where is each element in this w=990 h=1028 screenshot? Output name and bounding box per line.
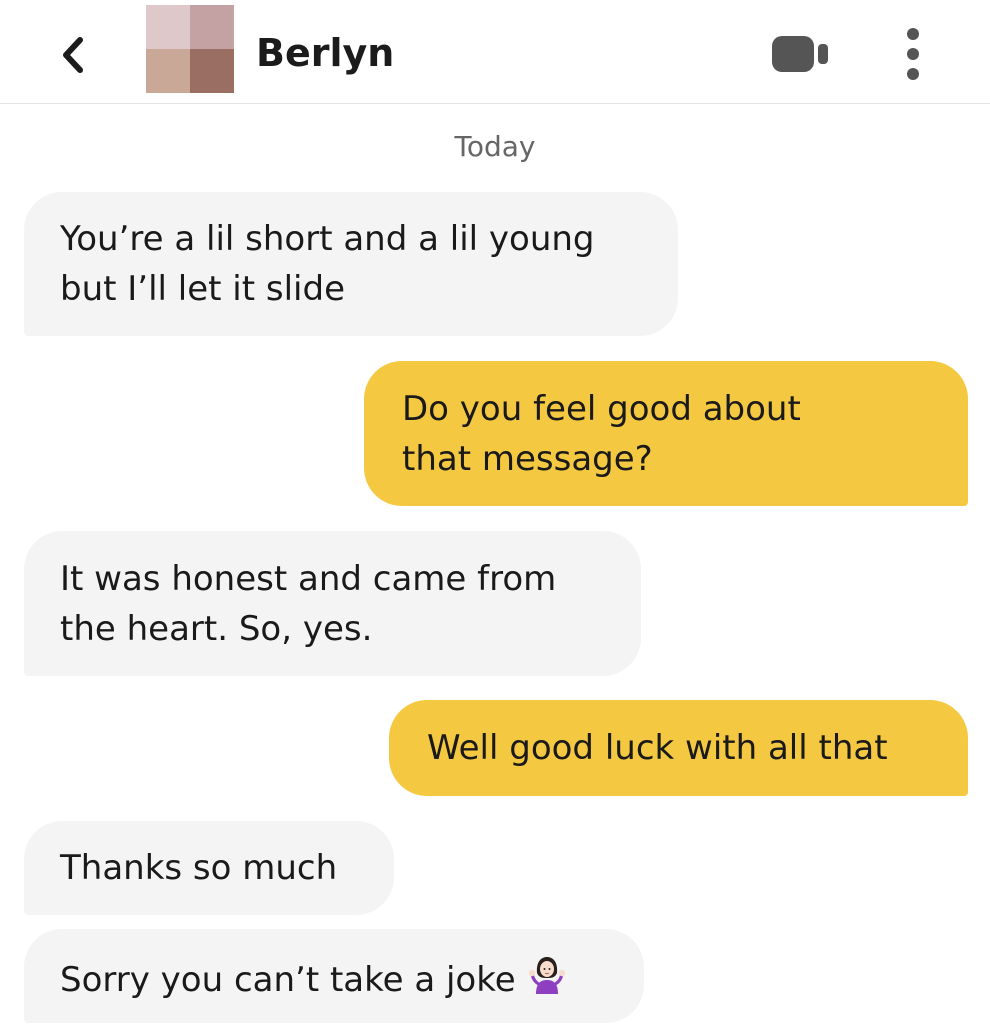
incoming-message[interactable]: It was honest and came from the heart. S…: [24, 531, 641, 676]
video-camera-icon: [772, 36, 828, 72]
chevron-left-icon: [63, 37, 83, 73]
avatar-pixel: [190, 49, 234, 93]
avatar[interactable]: [146, 5, 234, 93]
message-text: You’re a lil short and a lil young: [60, 219, 595, 259]
incoming-message[interactable]: Thanks so much: [24, 821, 394, 915]
incoming-message[interactable]: You’re a lil short and a lil young but I…: [24, 192, 678, 336]
video-call-button[interactable]: [770, 34, 832, 74]
message-text: but I’ll let it slide: [60, 269, 345, 309]
incoming-message[interactable]: Sorry you can’t take a joke: [24, 929, 644, 1023]
back-button[interactable]: [52, 30, 96, 80]
more-options-button[interactable]: [898, 26, 928, 82]
message-text: Do you feel good about: [402, 389, 801, 429]
message-text: Well good luck with all that: [427, 728, 888, 768]
date-separator: Today: [454, 130, 536, 163]
message-text: Thanks so much: [60, 848, 338, 888]
message-text: the heart. So, yes.: [60, 609, 373, 649]
message-text: It was honest and came from: [60, 559, 557, 599]
avatar-pixel: [146, 49, 190, 93]
contact-name[interactable]: Berlyn: [256, 28, 394, 78]
message-text: that message?: [402, 439, 653, 479]
chat-header: Berlyn: [0, 0, 990, 104]
outgoing-message[interactable]: Do you feel good about that message?: [364, 361, 968, 506]
more-vertical-icon: [907, 28, 919, 80]
message-text: Sorry you can’t take a joke: [60, 960, 516, 1000]
avatar-pixel: [146, 5, 190, 49]
person-shrugging-emoji: [528, 957, 565, 994]
outgoing-message[interactable]: Well good luck with all that: [389, 700, 968, 796]
avatar-pixel: [190, 5, 234, 49]
